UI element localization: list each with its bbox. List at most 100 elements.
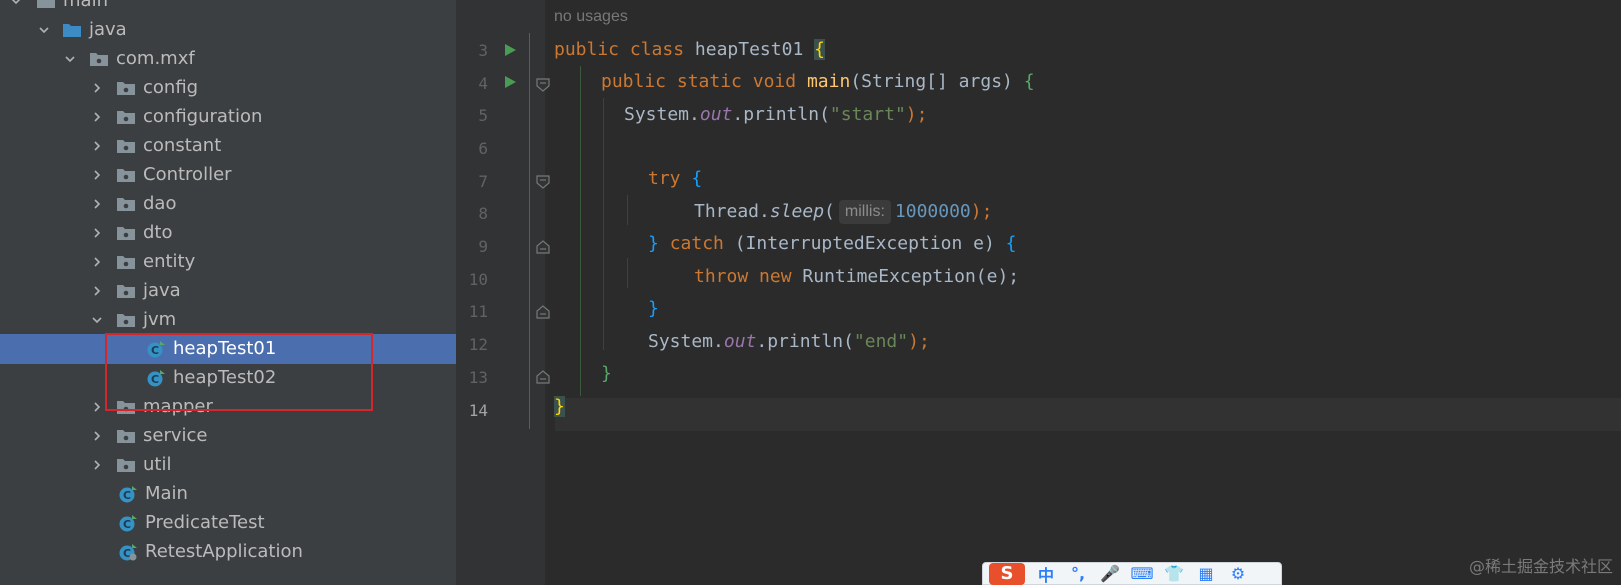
fold-open-icon[interactable] [536,78,550,92]
number-literal: 1000000 [894,201,971,222]
chinese-mode-button[interactable]: 中 [1035,563,1057,585]
indent-guide [627,258,628,288]
chevron-down-icon[interactable] [89,312,105,328]
skin-icon[interactable]: 👕 [1163,563,1185,585]
package-icon [116,456,136,474]
parameter-hint: millis: [838,200,891,224]
tree-item-config[interactable]: config [0,73,456,103]
line-number: 3 [478,41,488,60]
code-editor[interactable]: 3 4 5 6 7 8 9 10 11 12 13 14 no usages p… [456,0,1621,585]
package-icon [116,311,136,329]
method-name: main [806,71,851,92]
chevron-right-icon[interactable] [89,196,105,212]
fold-open-icon[interactable] [536,175,550,189]
tree-item-retestapplication[interactable]: C RetestApplication [0,537,456,567]
string-literal: "start" [829,104,906,125]
package-icon [116,195,136,213]
keyword: public [601,71,667,92]
java-class-icon: C [118,485,138,503]
code-line: throw new RuntimeException(e); [694,260,1019,293]
brace: { [691,168,703,189]
tree-item-main[interactable]: main [0,0,456,16]
tree-item-label: configuration [143,106,263,127]
tree-item-label: dto [143,222,173,243]
tree-item-dao[interactable]: dao [0,189,456,219]
tree-item-label: dao [143,193,177,214]
tree-item-java-package[interactable]: java [0,276,456,306]
tree-item-constant[interactable]: constant [0,131,456,161]
toolbox-icon[interactable]: ▦ [1195,563,1217,585]
package-icon [116,253,136,271]
microphone-icon[interactable]: 🎤 [1099,563,1121,585]
keyword: catch [669,233,724,254]
chevron-right-icon[interactable] [89,109,105,125]
line-number: 12 [468,335,488,354]
tree-item-predicatetest[interactable]: C PredicateTest [0,508,456,538]
tree-item-label: entity [143,251,196,272]
brace: { [1005,233,1017,254]
project-tree: main java com.mxf config configuration c… [0,0,456,585]
java-class-icon: C [118,514,138,532]
chevron-down-icon[interactable] [8,0,24,9]
fold-close-icon[interactable] [536,240,550,254]
tree-item-dto[interactable]: dto [0,218,456,248]
sogou-logo-icon[interactable]: S [989,562,1025,585]
run-class-icon[interactable] [503,43,517,57]
static-method: sleep [769,201,825,222]
chevron-down-icon[interactable] [36,22,52,38]
keyword: try [648,168,681,189]
keyboard-icon[interactable]: ⌨ [1130,563,1153,585]
tree-item-util[interactable]: util [0,450,456,480]
tree-item-label: main [63,0,108,11]
params: (String[] args) [850,71,1013,92]
spring-class-icon: C [118,543,138,561]
code-line: } [601,357,612,390]
tree-item-entity[interactable]: entity [0,247,456,277]
gutter-divider [529,33,530,429]
chevron-right-icon[interactable] [89,80,105,96]
fold-close-icon[interactable] [536,305,550,319]
code-text: ); [908,331,930,352]
chevron-right-icon[interactable] [89,254,105,270]
chevron-right-icon[interactable] [89,167,105,183]
punctuation-button[interactable]: °, [1067,563,1089,585]
tree-item-configuration[interactable]: configuration [0,102,456,132]
code-text: Thread. [694,201,770,222]
tree-item-main-class[interactable]: C Main [0,479,456,509]
code-line: public static void main(String[] args) { [601,65,1035,98]
chevron-right-icon[interactable] [89,399,105,415]
run-main-icon[interactable] [503,75,517,89]
code-line: System.out.println("end"); [648,325,930,358]
tree-item-label: java [143,280,181,301]
tree-item-controller[interactable]: Controller [0,160,456,190]
tree-item-jvm[interactable]: jvm [0,305,456,335]
chevron-down-icon[interactable] [62,51,78,67]
settings-icon[interactable]: ⚙ [1227,563,1249,585]
chevron-right-icon[interactable] [89,428,105,444]
tree-item-java-source[interactable]: java [0,15,456,45]
usages-hint[interactable]: no usages [554,8,628,26]
editor-gutter: 3 4 5 6 7 8 9 10 11 12 13 14 [456,0,550,585]
keyword: static [676,71,742,92]
tree-item-label: Controller [143,164,232,185]
keyword: throw [694,266,749,287]
chevron-right-icon[interactable] [89,225,105,241]
source-folder-icon [62,21,82,39]
code-line: System.out.println("start"); [624,98,927,131]
line-number: 5 [478,106,488,125]
code-text: ( [824,201,835,222]
package-icon [116,108,136,126]
indent-guide [627,195,628,225]
package-icon [116,137,136,155]
watermark: @稀土掘金技术社区 [1468,557,1613,576]
code-text: ); [970,201,993,222]
tree-item-service[interactable]: service [0,421,456,451]
chevron-right-icon[interactable] [89,138,105,154]
line-number: 14 [468,401,488,420]
chevron-right-icon[interactable] [89,283,105,299]
chevron-right-icon[interactable] [89,457,105,473]
tree-item-com-mxf[interactable]: com.mxf [0,44,456,74]
tree-item-label: Main [145,483,188,504]
fold-close-icon[interactable] [536,370,550,384]
line-number: 7 [478,172,488,191]
